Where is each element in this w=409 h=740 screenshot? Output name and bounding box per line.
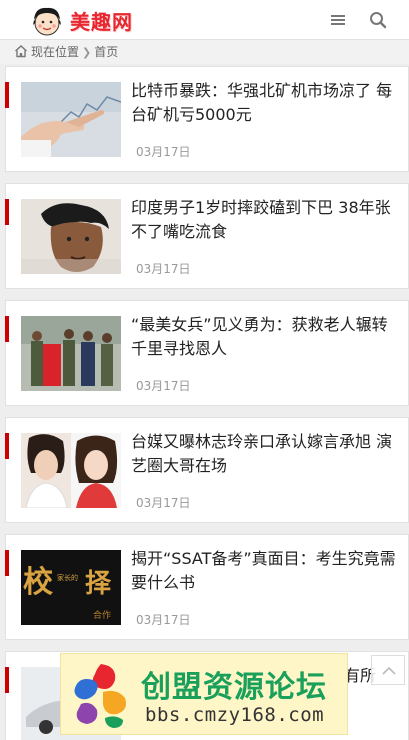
ad-title[interactable]: 创盟资源论坛 (141, 662, 327, 706)
article-date: 03月17日 (136, 262, 191, 276)
logo-icon (33, 7, 61, 36)
site-header: 美趣网 (0, 0, 409, 40)
article-date: 03月17日 (136, 496, 191, 510)
home-icon[interactable] (14, 44, 28, 58)
article-title[interactable]: “最美女兵”见义勇为：获救老人辗转千里寻找恩人 (131, 313, 399, 361)
svg-text:校: 校 (23, 565, 53, 600)
accent-bar (5, 199, 9, 225)
article-title[interactable]: 比特币暴跌：华强北矿机市场凉了 每台矿机亏5000元 (131, 79, 399, 127)
article-thumbnail[interactable] (21, 199, 121, 274)
ad-url[interactable]: bbs.cmzy168.com (145, 704, 324, 726)
article-thumbnail[interactable] (21, 316, 121, 391)
accent-bar (5, 316, 9, 342)
article-card[interactable]: 校 家长的 择 合作 揭开“SSAT备考”真面目：考生究竟需要什么书 03月17… (5, 534, 409, 640)
logo-text: 美趣网 (70, 10, 133, 34)
article-card[interactable]: 印度男子1岁时摔跤磕到下巴 38年张不了嘴吃流食 03月17日 (5, 183, 409, 289)
svg-text:择: 择 (85, 569, 112, 599)
breadcrumb-location-label: 现在位置 (31, 45, 80, 59)
article-card[interactable]: “最美女兵”见义勇为：获救老人辗转千里寻找恩人 03月17日 (5, 300, 409, 406)
menu-icon[interactable] (329, 11, 347, 29)
search-icon[interactable] (368, 10, 388, 30)
ad-logo-icon (74, 664, 126, 728)
back-to-top-button[interactable] (371, 655, 405, 685)
svg-text:家长的: 家长的 (57, 573, 78, 582)
article-title[interactable]: 揭开“SSAT备考”真面目：考生究竟需要什么书 (131, 547, 399, 595)
accent-bar (5, 550, 9, 576)
accent-bar (5, 433, 9, 459)
chevron-right-icon: ❯ (82, 46, 92, 59)
accent-bar (5, 667, 9, 693)
breadcrumb-trail: 现在位置 ❯ 首页 (31, 43, 118, 60)
breadcrumb: 现在位置 ❯ 首页 (0, 40, 409, 64)
article-card[interactable]: 比特币暴跌：华强北矿机市场凉了 每台矿机亏5000元 03月17日 (5, 66, 409, 172)
article-title[interactable]: 印度男子1岁时摔跤磕到下巴 38年张不了嘴吃流食 (131, 196, 399, 244)
article-card[interactable]: 台媒又曝林志玲亲口承认嫁言承旭 演艺圈大哥在场 03月17日 (5, 417, 409, 523)
back-to-top-icon (382, 666, 396, 675)
ad-banner[interactable]: 创盟资源论坛 bbs.cmzy168.com (60, 653, 348, 735)
site-logo[interactable]: 美趣网 (27, 3, 147, 37)
article-thumbnail[interactable]: 校 家长的 择 合作 (21, 550, 121, 625)
accent-bar (5, 82, 9, 108)
breadcrumb-current[interactable]: 首页 (94, 45, 118, 59)
article-date: 03月17日 (136, 145, 191, 159)
article-thumbnail[interactable] (21, 82, 121, 157)
article-title[interactable]: 台媒又曝林志玲亲口承认嫁言承旭 演艺圈大哥在场 (131, 430, 399, 478)
article-date: 03月17日 (136, 613, 191, 627)
article-thumbnail[interactable] (21, 433, 121, 508)
article-date: 03月17日 (136, 379, 191, 393)
svg-text:合作: 合作 (93, 609, 111, 621)
